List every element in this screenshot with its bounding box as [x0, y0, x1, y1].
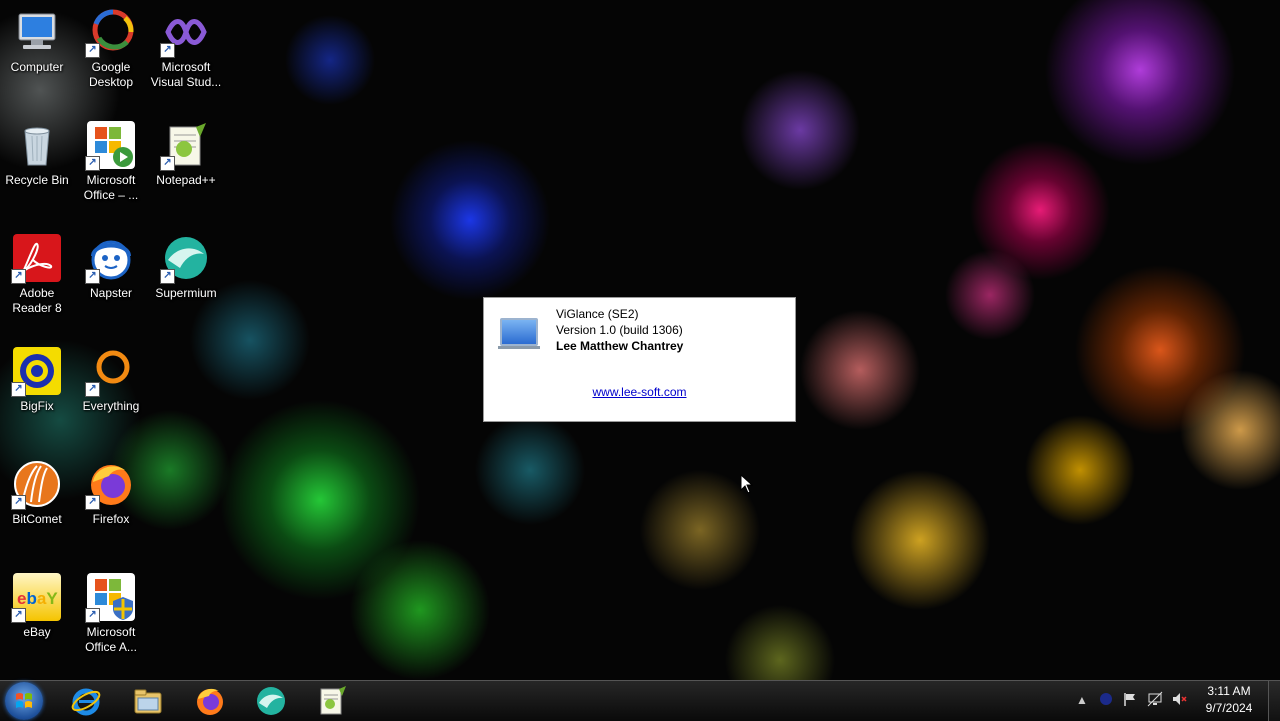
visual-studio-icon: ↗	[160, 8, 210, 58]
notepad-plus-plus-icon	[320, 686, 346, 715]
office-setup-icon: ↗	[85, 121, 135, 171]
network-icon[interactable]	[1146, 691, 1164, 709]
desktop-icon-computer[interactable]: Computer	[0, 0, 74, 106]
desktop-icon-label: Microsoft Office A...	[85, 625, 137, 654]
taskbar-app-notepad-plus-plus[interactable]	[307, 683, 357, 719]
desktop-icon-label: Google Desktop	[88, 60, 134, 89]
desktop-icon-label: Adobe Reader 8	[12, 286, 62, 315]
tray-app-icon[interactable]	[1097, 691, 1115, 709]
notepad-plus-plus-icon: ↗	[160, 121, 210, 171]
shortcut-arrow-icon: ↗	[85, 495, 100, 510]
firefox-icon: ↗	[85, 460, 135, 510]
shortcut-arrow-icon: ↗	[160, 269, 175, 284]
desktop-icon-label: Napster	[89, 286, 133, 300]
app-version: Version 1.0 (build 1306)	[556, 323, 683, 337]
windows-logo-icon	[16, 693, 32, 708]
desktop-icon-label: Notepad++	[156, 173, 216, 187]
supermium-icon: ↗	[160, 234, 210, 284]
taskbar-app-supermium[interactable]	[246, 683, 296, 719]
desktop-icon-label: Supermium	[155, 286, 217, 300]
app-author: Lee Matthew Chantrey	[556, 339, 684, 353]
shortcut-arrow-icon: ↗	[85, 608, 100, 623]
desktop-icon-visual-studio[interactable]: ↗ Microsoft Visual Stud...	[149, 0, 223, 106]
desktop-icon-bigfix[interactable]: ↗ BigFix	[0, 339, 74, 445]
desktop-icon-label: Recycle Bin	[5, 173, 69, 187]
shortcut-arrow-icon: ↗	[85, 382, 100, 397]
taskbar: ▲ 3:11 AM 9/7/2024	[0, 680, 1280, 721]
desktop[interactable]: Computer Recycle Bin ↗ Adobe Reader 8 ↗ …	[0, 0, 1280, 680]
desktop-icon-ebay[interactable]: ebaY ↗ eBay	[0, 565, 74, 671]
internet-explorer-icon	[71, 688, 101, 716]
action-center-flag-icon[interactable]	[1121, 691, 1139, 709]
about-dialog: ViGlance (SE2) Version 1.0 (build 1306) …	[483, 297, 796, 422]
desktop-icon-supermium[interactable]: ↗ Supermium	[149, 226, 223, 332]
desktop-icon-everything[interactable]: ↗ Everything	[74, 339, 148, 445]
file-explorer-icon	[134, 689, 162, 714]
shortcut-arrow-icon: ↗	[85, 43, 100, 58]
desktop-icon-bitcomet[interactable]: ↗ BitComet	[0, 452, 74, 558]
desktop-icon-label: Microsoft Visual Stud...	[150, 60, 222, 89]
volume-muted-icon[interactable]	[1170, 691, 1188, 709]
mouse-pointer-icon	[740, 474, 754, 494]
desktop-icon-napster[interactable]: ↗ Napster	[74, 226, 148, 332]
bigfix-icon: ↗	[11, 347, 61, 397]
website-link[interactable]: www.lee-soft.com	[484, 385, 795, 399]
shortcut-arrow-icon: ↗	[11, 269, 26, 284]
desktop-icon-recycle-bin[interactable]: Recycle Bin	[0, 113, 74, 219]
clock-date: 9/7/2024	[1205, 701, 1253, 715]
shortcut-arrow-icon: ↗	[85, 269, 100, 284]
taskbar-app-internet-explorer[interactable]	[61, 683, 111, 719]
shortcut-arrow-icon: ↗	[11, 382, 26, 397]
desktop-icon-ms-office-a[interactable]: ↗ Microsoft Office A...	[74, 565, 148, 671]
desktop-icon-adobe-reader[interactable]: ↗ Adobe Reader 8	[0, 226, 74, 332]
desktop-icon-ms-office-installer[interactable]: ↗ Microsoft Office – ...	[74, 113, 148, 219]
desktop-icon-label: eBay	[23, 625, 51, 639]
everything-icon: ↗	[85, 347, 135, 397]
desktop-icon-firefox[interactable]: ↗ Firefox	[74, 452, 148, 558]
desktop-icon-label: BigFix	[20, 399, 54, 413]
viglance-app-icon	[498, 318, 540, 349]
svg-text:ebaY: ebaY	[17, 589, 58, 608]
shortcut-arrow-icon: ↗	[11, 608, 26, 623]
desktop-icon-label: Firefox	[92, 512, 130, 526]
shortcut-arrow-icon: ↗	[160, 43, 175, 58]
supermium-icon	[257, 687, 285, 715]
recycle-bin-icon	[13, 121, 61, 169]
taskbar-app-file-explorer[interactable]	[123, 683, 173, 719]
ebay-icon: ebaY ↗	[11, 573, 61, 623]
google-desktop-icon: ↗	[85, 8, 135, 58]
desktop-icon-notepad-plus-plus[interactable]: ↗ Notepad++	[149, 113, 223, 219]
computer-icon	[13, 8, 61, 56]
clock-time: 3:11 AM	[1207, 684, 1251, 698]
bitcomet-icon: ↗	[11, 460, 61, 510]
firefox-icon	[197, 688, 223, 715]
desktop-icon-label: Everything	[82, 399, 140, 413]
desktop-icon-label: Computer	[10, 60, 64, 74]
system-clock[interactable]: 3:11 AM 9/7/2024	[1194, 683, 1264, 717]
shortcut-arrow-icon: ↗	[11, 495, 26, 510]
shortcut-arrow-icon: ↗	[160, 156, 175, 171]
desktop-icon-label: BitComet	[12, 512, 62, 526]
start-button[interactable]	[5, 682, 43, 720]
show-hidden-icons-chevron-up-icon[interactable]: ▲	[1073, 691, 1091, 709]
app-name: ViGlance (SE2)	[556, 307, 639, 321]
show-desktop-button[interactable]	[1268, 681, 1280, 721]
office-admin-icon: ↗	[85, 573, 135, 623]
desktop-icon-google-desktop[interactable]: ↗ Google Desktop	[74, 0, 148, 106]
taskbar-app-firefox[interactable]	[185, 683, 235, 719]
adobe-reader-icon: ↗	[11, 234, 61, 284]
napster-icon: ↗	[85, 234, 135, 284]
shortcut-arrow-icon: ↗	[85, 156, 100, 171]
desktop-icon-label: Microsoft Office – ...	[83, 173, 139, 202]
